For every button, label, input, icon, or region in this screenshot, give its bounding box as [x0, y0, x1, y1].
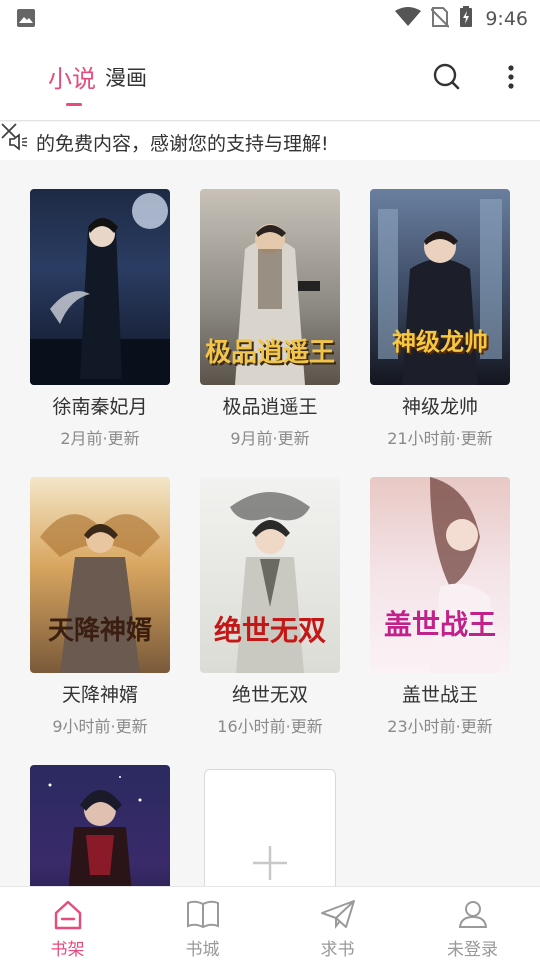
- book-title: 极品逍遥王: [222, 396, 318, 418]
- wifi-icon: [395, 7, 422, 31]
- book-title: 绝世无双: [231, 684, 308, 706]
- book-cover[interactable]: 极品逍遥王: [200, 189, 340, 385]
- nav-label: 未登录: [447, 940, 498, 960]
- notice-bar: 的免费内容，感谢您的支持与理解!: [0, 122, 540, 160]
- paper-plane-icon: [320, 899, 356, 933]
- tab-comic[interactable]: 漫画: [105, 62, 147, 92]
- cover-title: 神级龙帅: [392, 327, 488, 356]
- notice-text: 的免费内容，感谢您的支持与理解!: [36, 133, 329, 155]
- book-title: 天降神婿: [61, 684, 138, 706]
- nav-label: 书架: [50, 940, 85, 960]
- no-sim-icon: [430, 6, 451, 32]
- cover-title: 绝世无双: [213, 614, 326, 647]
- bottom-navigation: 书架 书城 求书 未登录: [0, 886, 540, 961]
- nav-bookshelf[interactable]: 书架: [0, 887, 135, 961]
- cover-title: 天降神婿: [47, 616, 152, 646]
- book-updated: 23小时前·更新: [387, 717, 493, 736]
- clock: 9:46: [485, 8, 528, 30]
- close-icon[interactable]: [0, 122, 20, 142]
- status-bar: 9:46: [0, 0, 540, 36]
- search-icon[interactable]: [432, 62, 462, 96]
- book-icon: [186, 899, 220, 933]
- cover-title: 极品逍遥王: [204, 338, 335, 368]
- user-icon: [457, 899, 489, 933]
- battery-charging-icon: [459, 6, 473, 32]
- tab-indicator: [66, 103, 82, 106]
- book-cover[interactable]: [30, 189, 170, 385]
- nav-label: 书城: [185, 940, 220, 960]
- book-cover[interactable]: 绝世无双: [200, 477, 340, 673]
- book-title: 神级龙帅: [401, 396, 478, 418]
- book-cover[interactable]: 神级龙帅: [370, 189, 510, 385]
- cover-title: 盖世战王: [383, 608, 496, 641]
- nav-label: 求书: [320, 940, 355, 960]
- nav-request[interactable]: 求书: [270, 887, 405, 961]
- nav-bookstore[interactable]: 书城: [135, 887, 270, 961]
- image-icon: [16, 8, 36, 32]
- tab-novel[interactable]: 小说: [48, 59, 96, 94]
- book-cover[interactable]: 盖世战王: [370, 477, 510, 673]
- book-cover[interactable]: 天降神婿: [30, 477, 170, 673]
- bookshelf-icon: [52, 899, 84, 935]
- book-title: 徐南秦妃月: [52, 396, 148, 418]
- book-updated: 21小时前·更新: [387, 429, 493, 448]
- more-menu-icon[interactable]: [503, 64, 519, 96]
- nav-login[interactable]: 未登录: [405, 887, 540, 961]
- book-title: 盖世战王: [401, 684, 478, 706]
